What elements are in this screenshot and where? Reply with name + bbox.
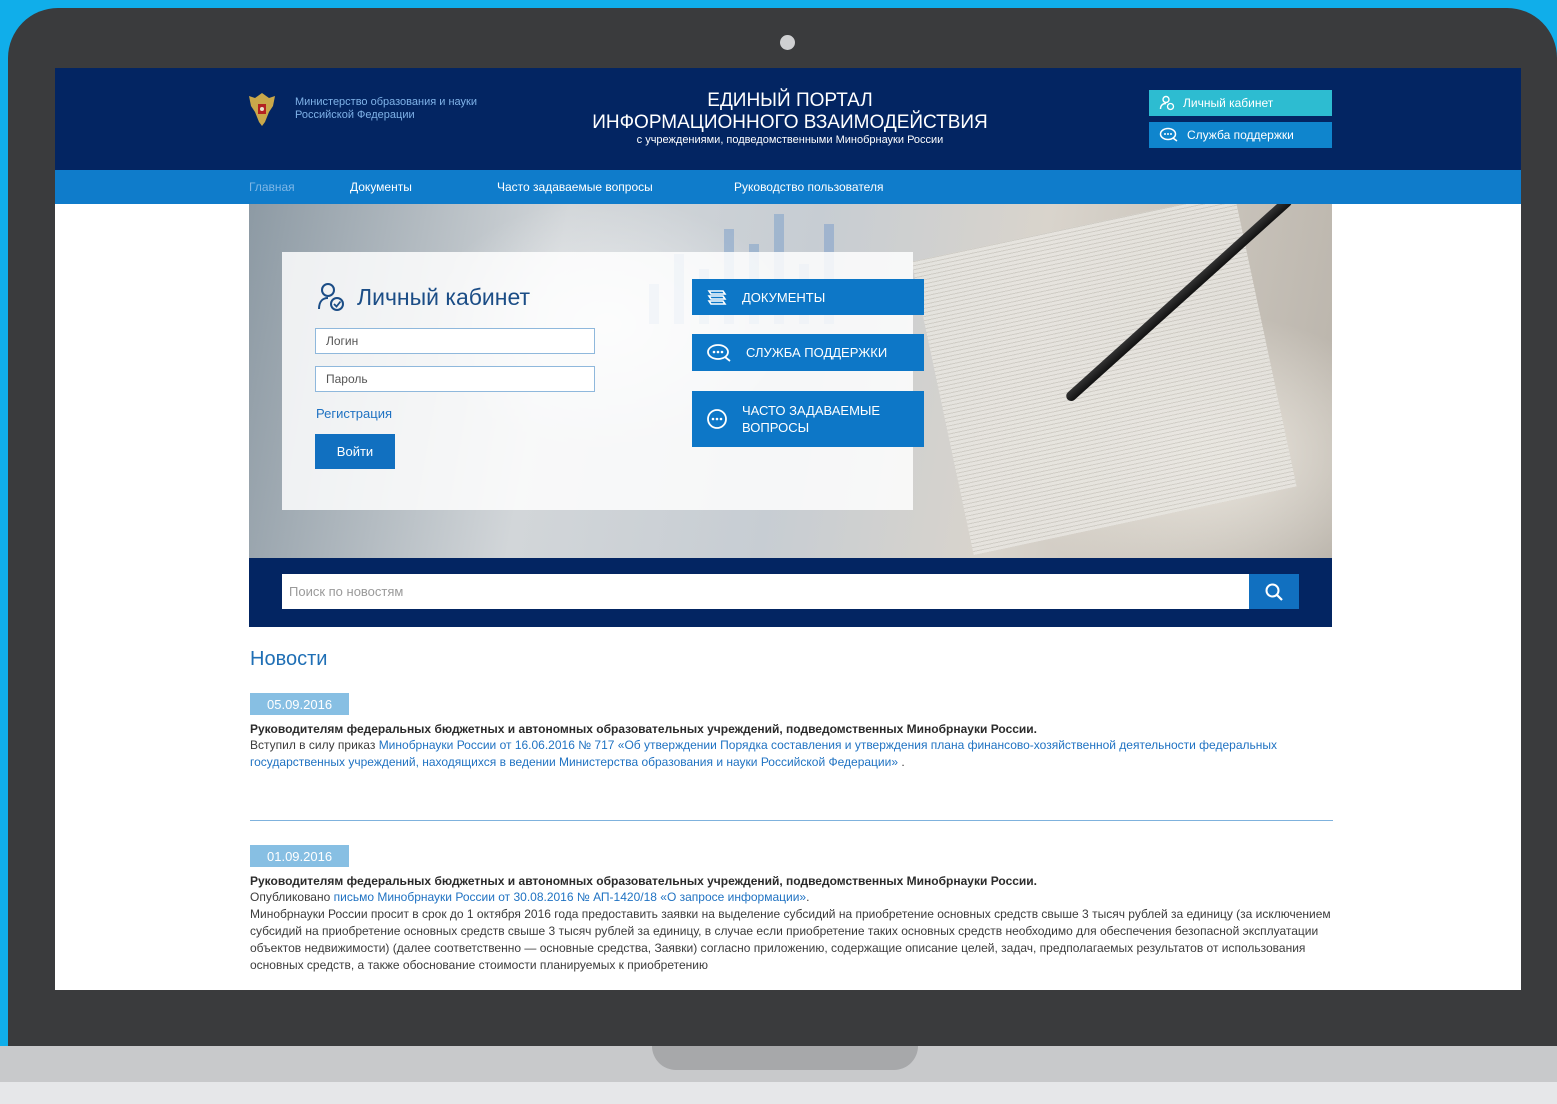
news-title: Руководителям федеральных бюджетных и ав… — [250, 874, 1038, 888]
faq-icon — [707, 409, 727, 429]
emblem-icon — [249, 93, 275, 126]
news-item: 05.09.2016 Руководителям федеральных бюд… — [250, 693, 1335, 771]
documents-button[interactable]: ДОКУМЕНТЫ — [692, 279, 924, 315]
search-icon — [1265, 583, 1283, 601]
news-divider — [250, 820, 1333, 821]
personal-cabinet-label: Личный кабинет — [1183, 96, 1274, 110]
news-body: Минобрнауки России просит в срок до 1 ок… — [250, 907, 1331, 972]
ministry-name[interactable]: Министерство образования и науки Российс… — [295, 96, 477, 122]
news-text-suffix: . — [898, 755, 905, 769]
news-item: 01.09.2016 Руководителям федеральных бюд… — [250, 845, 1335, 974]
site-header: Министерство образования и науки Российс… — [55, 68, 1521, 170]
faq-button[interactable]: ЧАСТО ЗАДАВАЕМЫЕ ВОПРОСЫ — [692, 391, 924, 447]
password-input[interactable]: Пароль — [315, 366, 595, 392]
user-icon — [1159, 95, 1175, 111]
documents-button-label: ДОКУМЕНТЫ — [742, 289, 826, 305]
support-service-label: СЛУЖБА ПОДДЕРЖКИ — [746, 345, 888, 360]
nav-item-user-guide[interactable]: Руководство пользователя — [734, 180, 883, 194]
browser-screen: Министерство образования и науки Российс… — [55, 68, 1521, 990]
faq-button-label: ЧАСТО ЗАДАВАЕМЫЕ ВОПРОСЫ — [742, 402, 880, 436]
news-title: Руководителям федеральных бюджетных и ав… — [250, 722, 1038, 736]
chat-icon — [707, 343, 731, 362]
news-text-prefix: Вступил в силу приказ — [250, 738, 379, 752]
personal-cabinet-button[interactable]: Личный кабинет — [1149, 90, 1332, 116]
user-icon — [318, 283, 344, 311]
news-date-badge: 01.09.2016 — [250, 845, 350, 867]
documents-icon — [707, 290, 727, 305]
faq-label-line-2: ВОПРОСЫ — [742, 420, 810, 435]
nav-item-documents[interactable]: Документы — [350, 180, 412, 194]
news-date-badge: 05.09.2016 — [250, 693, 350, 715]
news-text: Опубликовано письмо Минобрнауки России о… — [250, 889, 1335, 906]
news-text: Вступил в силу приказ Минобрнауки России… — [250, 737, 1335, 771]
login-input[interactable]: Логин — [315, 328, 595, 354]
news-search-bar: Поиск по новостям — [249, 558, 1332, 627]
news-heading: Новости — [250, 648, 328, 670]
news-letter-link[interactable]: письмо Минобрнауки России от 30.08.2016 … — [334, 890, 806, 904]
laptop-notch — [652, 1046, 918, 1070]
laptop-foot — [0, 1082, 1557, 1104]
news-search-input[interactable]: Поиск по новостям — [282, 574, 1249, 609]
search-button[interactable] — [1249, 574, 1299, 609]
news-document-link[interactable]: Минобрнауки России от 16.06.2016 № 717 «… — [250, 738, 1277, 769]
ministry-line-1: Министерство образования и науки — [295, 96, 477, 108]
hero-banner: Личный кабинет Логин Пароль Регистрация … — [249, 204, 1332, 558]
login-title: Личный кабинет — [317, 282, 530, 312]
portal-subtitle: с учреждениями, подведомственными Минобр… — [636, 134, 944, 146]
camera-dot — [780, 35, 795, 50]
nav-item-faq[interactable]: Часто задаваемые вопросы — [497, 180, 653, 194]
chat-icon — [1159, 127, 1178, 142]
register-link[interactable]: Регистрация — [316, 406, 392, 421]
ministry-line-2: Российской Федерации — [295, 109, 415, 121]
support-button[interactable]: Служба поддержки — [1149, 122, 1332, 148]
support-service-button[interactable]: СЛУЖБА ПОДДЕРЖКИ — [692, 334, 924, 371]
faq-label-line-1: ЧАСТО ЗАДАВАЕМЫЕ — [742, 403, 881, 418]
login-submit-button[interactable]: Войти — [315, 434, 395, 469]
login-panel: Личный кабинет Логин Пароль Регистрация … — [282, 252, 924, 510]
support-label: Служба поддержки — [1187, 128, 1294, 142]
login-title-text: Личный кабинет — [357, 283, 531, 310]
portal-title-line-2: ИНФОРМАЦИОННОГО ВЗАИМОДЕЙСТВИЯ — [592, 112, 988, 133]
portal-title: ЕДИНЫЙ ПОРТАЛ ИНФОРМАЦИОННОГО ВЗАИМОДЕЙС… — [555, 90, 1025, 147]
nav-item-home[interactable]: Главная — [249, 180, 295, 194]
news-text-suffix: . — [806, 890, 810, 904]
news-text-prefix: Опубликовано — [250, 890, 334, 904]
main-nav: Главная Документы Часто задаваемые вопро… — [55, 170, 1521, 204]
portal-title-line-1: ЕДИНЫЙ ПОРТАЛ — [707, 90, 873, 111]
